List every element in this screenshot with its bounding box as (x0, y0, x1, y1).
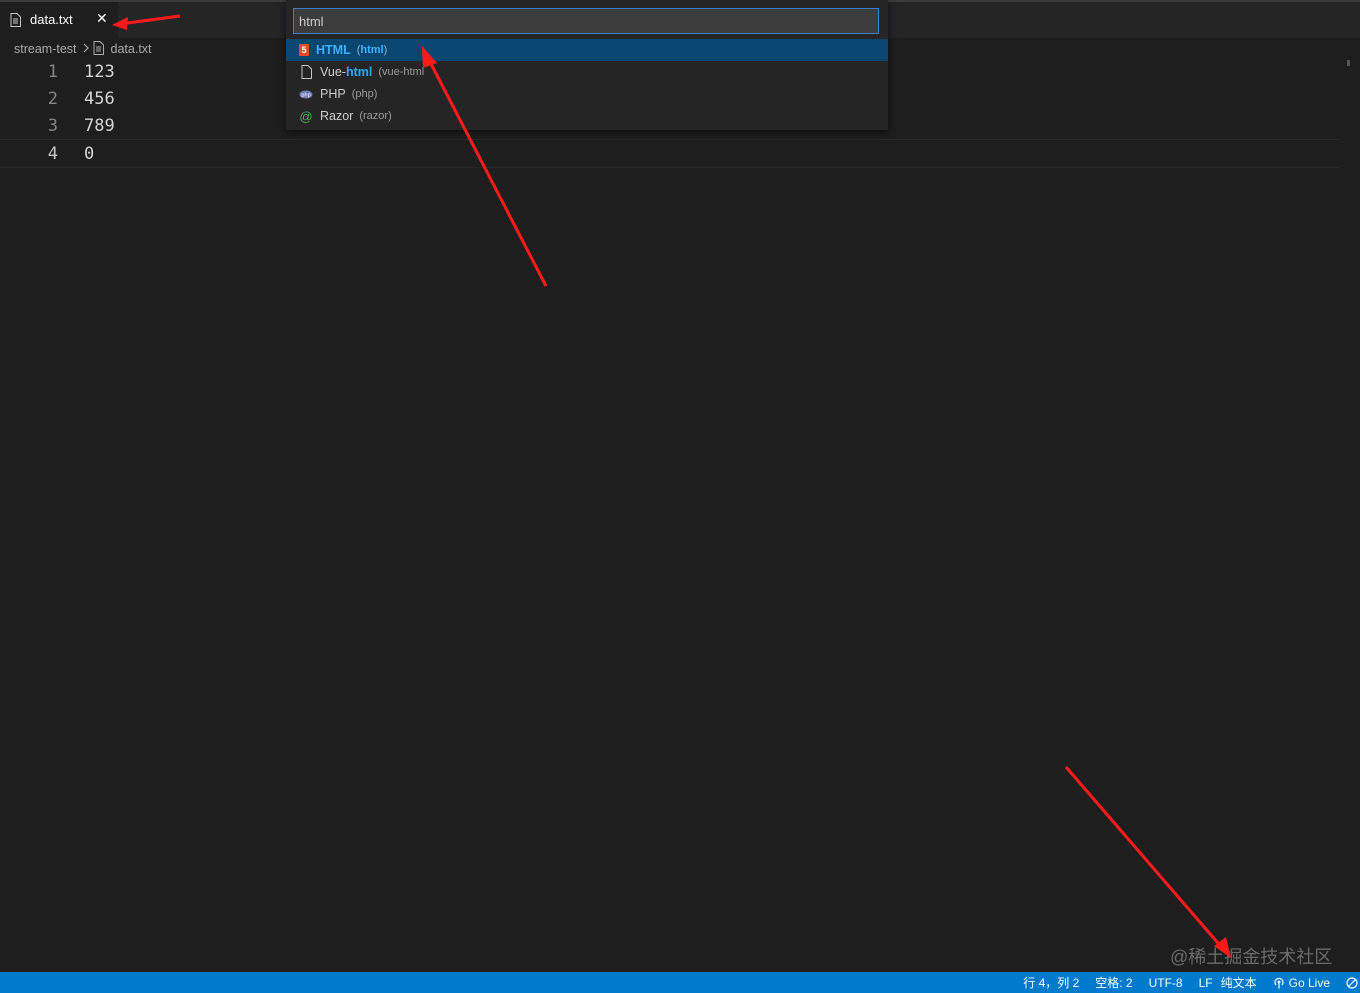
status-go-live[interactable]: Go Live (1273, 976, 1330, 990)
chevron-right-icon (83, 42, 89, 56)
file-icon (93, 40, 104, 58)
at-icon: @ (299, 108, 313, 124)
line-text[interactable]: 0 (84, 144, 94, 164)
status-no-problems[interactable] (1346, 976, 1358, 989)
status-eol[interactable]: LF (1199, 976, 1213, 990)
circle-slash-icon (1346, 976, 1358, 989)
tab-label: data.txt (30, 12, 73, 27)
tab-data-txt[interactable]: data.txt ✕ (0, 2, 118, 38)
item-name-highlight: html (345, 65, 373, 79)
item-name: Vue-html (320, 65, 373, 79)
line-number: 4 (47, 144, 58, 164)
broadcast-icon (1274, 977, 1284, 988)
quick-pick-input[interactable] (293, 8, 879, 34)
item-desc-highlight: html (360, 44, 384, 56)
item-name: Razor (320, 109, 354, 123)
close-icon[interactable]: ✕ (96, 10, 108, 27)
quick-pick-list: 5 HTML (html) Vue-html (vue-html php PHP… (286, 39, 888, 127)
breadcrumb-file[interactable]: data.txt (111, 42, 152, 56)
status-bar: 行 4，列 2 空格: 2 UTF-8 LF 纯文本 Go Live (0, 972, 1360, 993)
line-number: 1 (47, 62, 58, 82)
language-quick-pick: 5 HTML (html) Vue-html (vue-html php PHP… (286, 0, 888, 130)
line-number: 3 (47, 116, 58, 136)
status-encoding[interactable]: UTF-8 (1149, 976, 1183, 990)
editor-line-current[interactable]: 4 0 (0, 139, 1340, 168)
svg-text:php: php (301, 92, 311, 98)
item-desc: (html) (356, 44, 388, 56)
quick-pick-item-html[interactable]: 5 HTML (html) (286, 39, 888, 61)
item-name: HTML (316, 43, 351, 57)
line-text[interactable]: 456 (84, 89, 115, 109)
status-language-mode[interactable]: 纯文本 (1221, 974, 1257, 991)
item-name: PHP (320, 87, 346, 101)
minimap-marker (1347, 60, 1350, 66)
quick-pick-item-vue-html[interactable]: Vue-html (vue-html (286, 61, 888, 83)
line-text[interactable]: 789 (84, 116, 115, 136)
file-icon (299, 65, 313, 79)
line-number: 2 (47, 89, 58, 109)
item-desc: (vue-html (378, 66, 425, 78)
line-text[interactable]: 123 (84, 62, 115, 82)
php-icon: php (299, 87, 313, 101)
quick-pick-item-php[interactable]: php PHP (php) (286, 83, 888, 105)
breadcrumb-folder[interactable]: stream-test (14, 42, 77, 56)
go-live-label: Go Live (1288, 975, 1330, 990)
status-bar-right: 行 4，列 2 空格: 2 UTF-8 LF 纯文本 Go Live (1023, 972, 1360, 993)
item-desc: (razor) (359, 110, 392, 122)
status-indentation[interactable]: 空格: 2 (1095, 974, 1132, 991)
quick-pick-item-razor[interactable]: @ Razor (razor) (286, 105, 888, 127)
item-desc: (php) (351, 88, 378, 100)
editor[interactable]: 1 123 2 456 3 789 4 0 (0, 58, 1340, 968)
file-icon (10, 13, 21, 30)
breadcrumb: stream-test data.txt (14, 40, 152, 58)
watermark: @稀土掘金技术社区 (1170, 947, 1333, 967)
html5-icon: 5 (299, 44, 309, 56)
status-cursor-position[interactable]: 行 4，列 2 (1023, 974, 1079, 991)
